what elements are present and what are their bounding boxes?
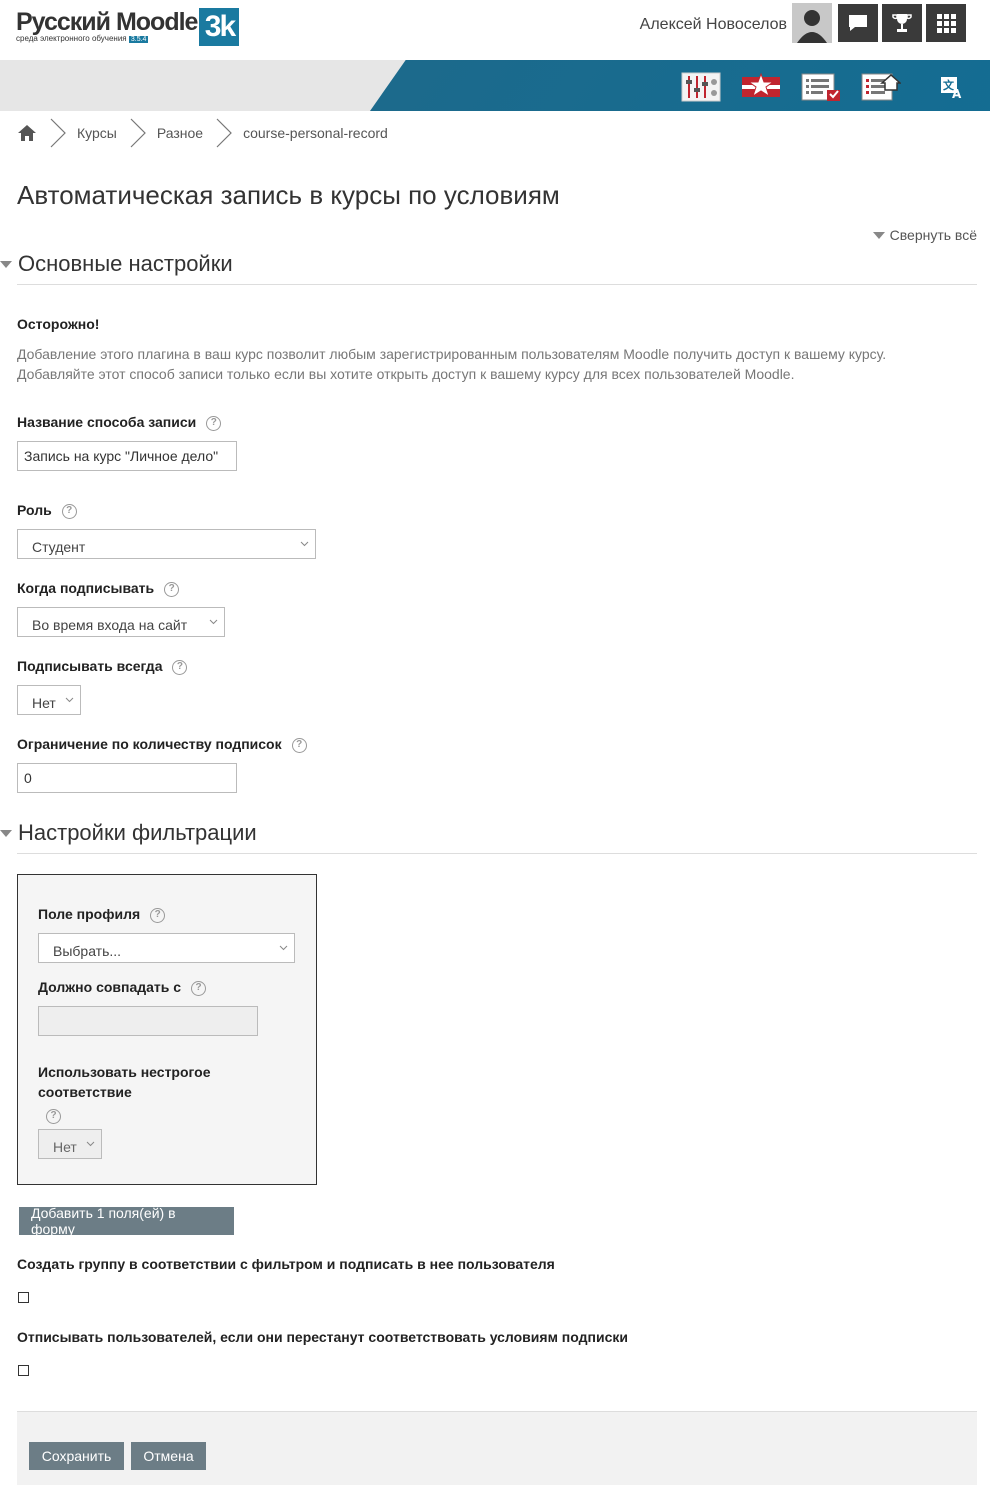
help-icon[interactable]: ? [191, 980, 207, 996]
divider [17, 853, 977, 854]
profile-field-label: Поле профиля? [38, 906, 166, 923]
profile-field-select[interactable]: Выбрать... [38, 933, 295, 963]
trophy-icon [892, 14, 912, 32]
breadcrumb-separator [130, 118, 146, 148]
limit-label: Ограничение по количеству подписок? [17, 736, 307, 753]
user-name[interactable]: Алексей Новоселов [640, 16, 787, 34]
breadcrumb: Курсы Разное course-personal-record [17, 118, 388, 148]
save-button[interactable]: Сохранить [29, 1442, 124, 1470]
chevron-down-icon [0, 829, 12, 837]
chevron-down-icon [872, 231, 885, 239]
collapse-all-link[interactable]: Свернуть всё [872, 227, 977, 243]
chevron-down-icon [86, 1141, 95, 1147]
top-bar: Русский Moodle среда электронного обучен… [0, 0, 990, 60]
breadcrumb-misc[interactable]: Разное [157, 125, 203, 141]
chevron-down-icon [300, 541, 309, 547]
chevron-down-icon [0, 260, 12, 268]
logo-title: Русский Moodle [16, 8, 198, 36]
when-select[interactable]: Во время входа на сайт [17, 607, 225, 637]
chevron-down-icon [65, 697, 74, 703]
section-filter-settings[interactable]: Настройки фильтрации [0, 820, 257, 846]
svg-text:A: A [952, 87, 962, 101]
avatar[interactable] [792, 3, 832, 43]
role-label: Роль? [17, 502, 77, 519]
star-badge-icon[interactable] [741, 72, 781, 102]
add-fields-button[interactable]: Добавить 1 поля(ей) в форму [19, 1205, 234, 1237]
breadcrumb-separator [216, 118, 232, 148]
create-group-label: Создать группу в соответствии с фильтром… [17, 1256, 555, 1272]
site-logo[interactable]: Русский Moodle среда электронного обучен… [16, 8, 240, 48]
section-title: Настройки фильтрации [18, 820, 257, 845]
limit-input[interactable]: 0 [17, 763, 237, 793]
badges-button[interactable] [882, 4, 922, 42]
always-select[interactable]: Нет [17, 685, 81, 715]
always-label: Подписывать всегда? [17, 658, 188, 675]
breadcrumb-course[interactable]: course-personal-record [243, 125, 388, 141]
match-input[interactable] [38, 1006, 258, 1036]
name-label: Название способа записи? [17, 414, 222, 431]
breadcrumb-courses[interactable]: Курсы [77, 125, 117, 141]
unenrol-checkbox[interactable] [18, 1365, 29, 1376]
create-group-checkbox[interactable] [18, 1292, 29, 1303]
logo-subtitle: среда электронного обучения 3.5.4 [16, 34, 149, 43]
settings-sliders-icon[interactable] [681, 72, 721, 102]
page-title: Автоматическая запись в курсы по условия… [17, 180, 560, 210]
grid-icon [937, 14, 956, 33]
apps-button[interactable] [926, 4, 966, 42]
help-icon[interactable]: ? [61, 503, 77, 519]
unenrol-label: Отписывать пользователей, если они перес… [17, 1329, 628, 1345]
nav-band [0, 60, 990, 111]
chevron-down-icon [209, 619, 218, 625]
home-icon[interactable] [17, 123, 37, 143]
list-home-icon[interactable] [861, 72, 901, 102]
chevron-down-icon [279, 945, 288, 951]
help-icon[interactable]: ? [164, 581, 180, 597]
cancel-button[interactable]: Отмена [131, 1442, 206, 1470]
warning-title: Осторожно! [17, 316, 100, 332]
section-main-settings[interactable]: Основные настройки [0, 251, 233, 277]
divider [17, 284, 977, 285]
messages-button[interactable] [838, 4, 878, 42]
list-checked-icon[interactable] [801, 72, 841, 102]
role-select[interactable]: Студент [17, 529, 316, 559]
fuzzy-label: Использовать нестрогое соответствие [38, 1064, 211, 1100]
collapse-all-label: Свернуть всё [889, 227, 977, 243]
breadcrumb-separator [50, 118, 66, 148]
name-input[interactable]: Запись на курс "Личное дело" [17, 441, 237, 471]
match-label: Должно совпадать с? [38, 979, 207, 996]
help-icon[interactable]: ? [150, 907, 166, 923]
fuzzy-select[interactable]: Нет [38, 1129, 102, 1159]
help-icon[interactable]: ? [291, 737, 307, 753]
warning-text: Добавление этого плагина в ваш курс позв… [17, 346, 887, 382]
help-icon[interactable]: ? [46, 1109, 61, 1124]
when-label: Когда подписывать? [17, 580, 180, 597]
help-icon[interactable]: ? [172, 659, 188, 675]
translate-icon[interactable]: 文A [937, 72, 967, 102]
help-icon[interactable]: ? [206, 415, 222, 431]
section-title: Основные настройки [18, 251, 233, 276]
chat-icon [849, 15, 867, 31]
logo-mark: 3k [199, 8, 240, 46]
